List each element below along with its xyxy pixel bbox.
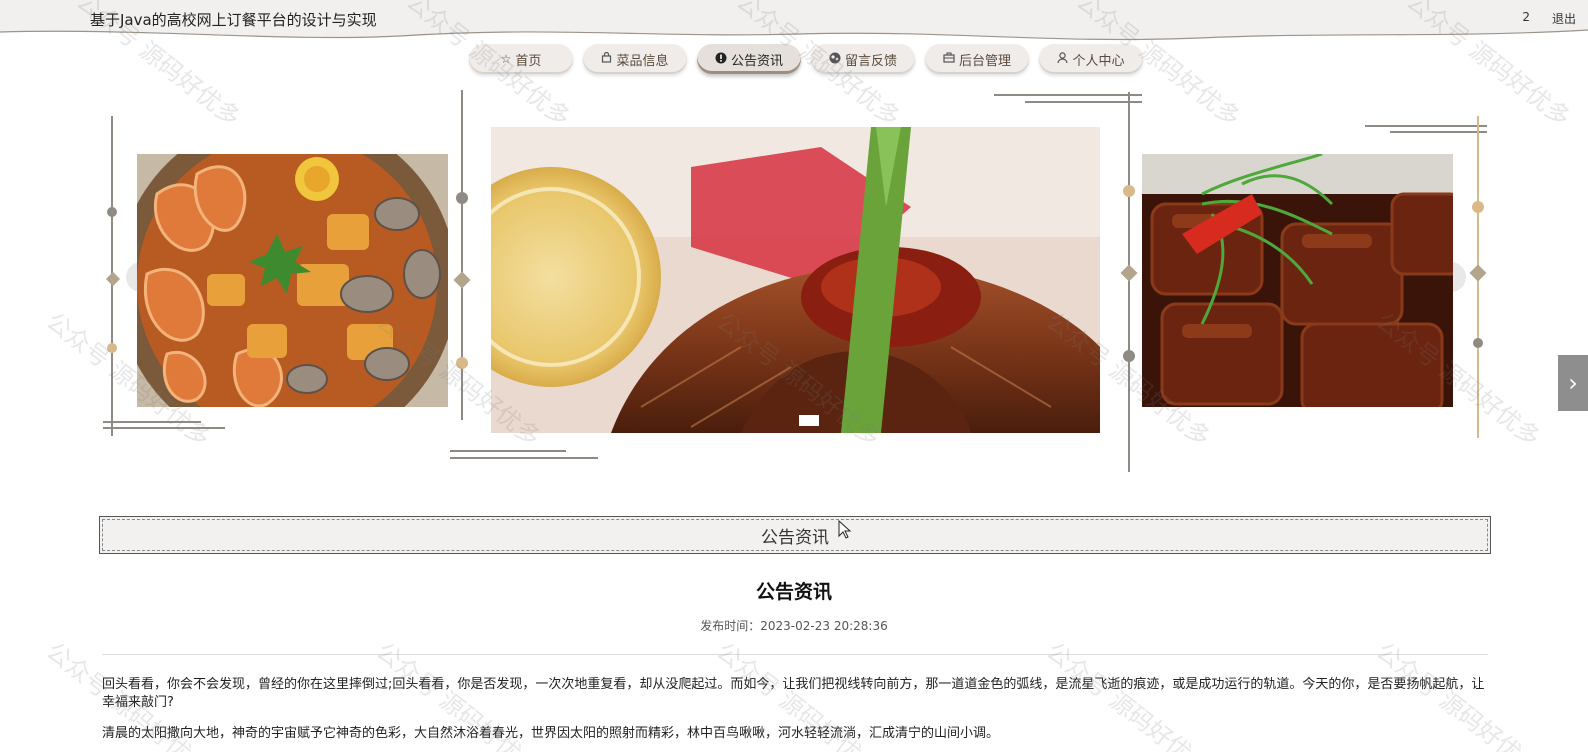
decor-line: [103, 427, 225, 429]
info-icon: [715, 52, 727, 67]
username-link[interactable]: 2: [1522, 10, 1530, 27]
nav-item-admin[interactable]: 后台管理: [925, 44, 1029, 74]
star-icon: ☆: [500, 52, 512, 66]
chat-icon: [829, 52, 841, 67]
decor-dot: [456, 192, 468, 204]
decor-line: [450, 450, 566, 452]
next-slide-arrow[interactable]: [1451, 262, 1475, 292]
article-paragraph: 清晨的太阳撒向大地，神奇的宇宙赋予它神奇的色彩，大自然沐浴着春光，世界因太阳的照…: [102, 726, 1000, 741]
grilled-pork-asparagus-image[interactable]: [491, 127, 1100, 433]
nav-item-dishes[interactable]: 菜品信息: [583, 44, 687, 74]
nav-item-label: 后台管理: [958, 53, 1011, 69]
logout-link[interactable]: 退出: [1552, 10, 1576, 27]
article-title: 公告资讯: [755, 581, 832, 603]
nav-item-feedback[interactable]: 留言反馈: [811, 44, 915, 74]
divider: [102, 654, 1488, 655]
decor-dot: [1473, 338, 1483, 348]
top-bar: 基于Java的高校网上订餐平台的设计与实现 2 退出: [0, 0, 1588, 44]
braised-pork-image[interactable]: [1142, 154, 1453, 407]
decor-dot: [1123, 185, 1135, 197]
mouse-cursor-icon: [838, 520, 852, 539]
section-heading: 公告资讯: [102, 519, 1488, 551]
decor-dot: [107, 207, 117, 217]
decor-line: [1365, 125, 1487, 127]
section-header: 公告资讯: [99, 516, 1491, 554]
carousel-indicator-dot[interactable]: [799, 415, 819, 426]
decor-line: [1025, 101, 1142, 103]
decor-dot: [1123, 350, 1135, 362]
briefcase-icon: [943, 52, 955, 66]
seafood-platter-image[interactable]: [137, 154, 448, 407]
chevron-right-icon[interactable]: ›: [1558, 355, 1588, 411]
nav-item-label: 留言反馈: [844, 53, 897, 69]
image-carousel: [0, 86, 1588, 486]
nav-item-label: 个人中心: [1072, 53, 1125, 69]
nav-item-label: 公告资讯: [730, 53, 783, 69]
nav-item-profile[interactable]: 个人中心: [1039, 44, 1143, 74]
decor-line: [450, 457, 598, 459]
site-title: 基于Java的高校网上订餐平台的设计与实现: [90, 11, 377, 29]
decor-line: [103, 421, 201, 423]
decor-line: [1390, 131, 1487, 133]
nav-item-announcements[interactable]: 公告资讯: [697, 44, 801, 74]
nav-item-label: 菜品信息: [616, 53, 669, 69]
user-icon: [1057, 51, 1069, 67]
decor-dot: [1472, 201, 1484, 213]
decor-diamond: [453, 271, 471, 289]
article-paragraph: 回头看看，你会不会发现，曾经的你在这里摔倒过;回头看看，你是否发现，一次次地重复…: [102, 677, 1485, 710]
decor-diamond: [1120, 264, 1138, 282]
nav-item-label: 首页: [515, 53, 542, 69]
main-nav: ☆ 首页 菜品信息 公告资讯 留言反馈 后台管理 个人中心: [469, 44, 1143, 74]
user-area: 2 退出: [1522, 10, 1576, 27]
nav-item-home[interactable]: ☆ 首页: [469, 44, 573, 74]
decor-dot: [107, 343, 117, 353]
decor-dot: [456, 357, 468, 369]
article-publish-time: 发布时间：2023-02-23 20:28:36: [700, 619, 888, 633]
bag-icon: [601, 51, 612, 66]
decor-line: [994, 94, 1142, 96]
